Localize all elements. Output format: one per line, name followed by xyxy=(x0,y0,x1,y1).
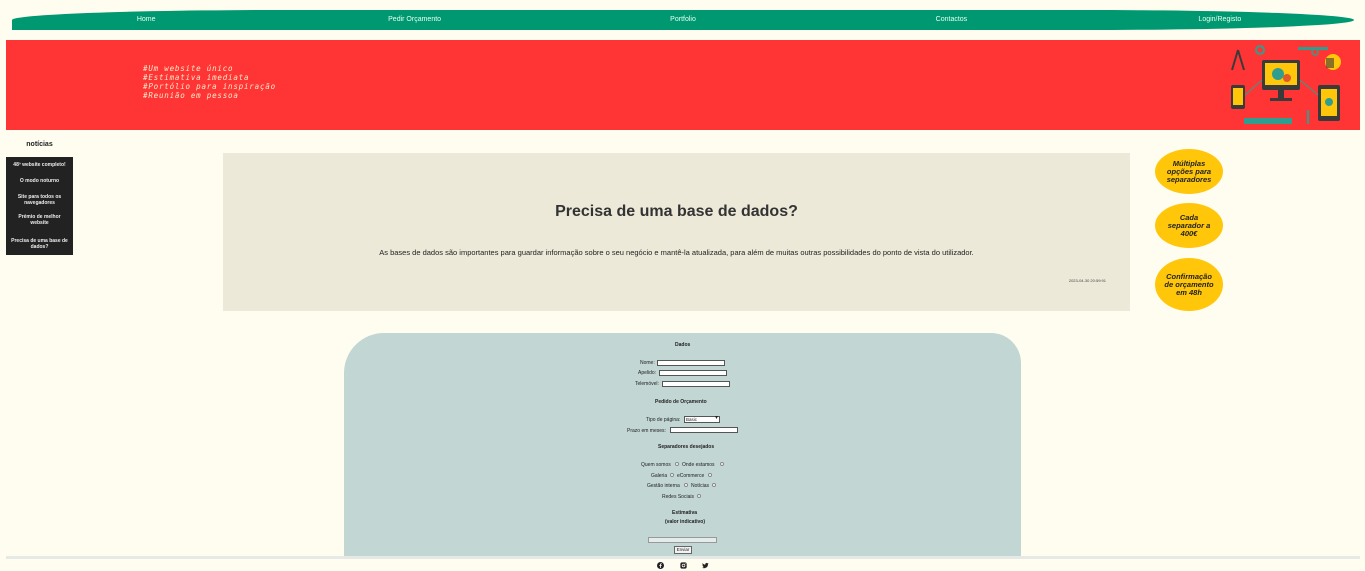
nav-home[interactable]: Home xyxy=(12,10,280,30)
nome-label: Nome: xyxy=(640,360,655,366)
telemovel-label: Telemóvel: xyxy=(635,381,659,387)
banner-tag: #Estimativa imediata xyxy=(143,73,250,82)
estimativa-output xyxy=(648,537,717,543)
news-item[interactable]: Precisa de uma base de dados? xyxy=(6,237,73,257)
submit-button[interactable]: Enviar xyxy=(674,546,692,554)
tipo-select-value: Basic xyxy=(686,417,698,422)
option-label: Quem somos xyxy=(641,462,671,468)
quote-form: Dados Nome: Apelido: Telemóvel: Pedido d… xyxy=(344,333,1021,558)
estimativa-heading: Estimativa xyxy=(672,510,698,516)
twitter-icon[interactable] xyxy=(702,562,709,569)
apelido-input[interactable] xyxy=(659,370,727,376)
article-date: 2023-04-30 20:59:91 xyxy=(1068,278,1106,283)
promo-bubble: Confirmação de orçamento em 48h xyxy=(1155,258,1223,311)
banner-tags: #Um website único #Estimativa imediata #… xyxy=(143,64,276,100)
option-label: Redes Sociais xyxy=(662,494,694,500)
dados-heading: Dados xyxy=(675,342,691,348)
prazo-input[interactable] xyxy=(670,427,738,433)
banner-tag: #Um website único xyxy=(143,64,234,73)
option-checkbox[interactable] xyxy=(720,462,724,466)
sidebar-title: notícias xyxy=(26,141,53,148)
nav-contactos[interactable]: Contactos xyxy=(817,10,1085,30)
news-item[interactable]: Site para todos os navegadores xyxy=(6,193,73,213)
article-body: As bases de dados são importantes para g… xyxy=(379,248,974,257)
prazo-label: Prazo em meses: xyxy=(627,428,666,434)
option-label: Gestão interna xyxy=(647,483,680,489)
news-article: Precisa de uma base de dados? As bases d… xyxy=(223,153,1130,311)
separadores-heading: Separadores desejados xyxy=(658,444,715,450)
footer xyxy=(6,556,1360,571)
nav-portfolio[interactable]: Portfolio xyxy=(549,10,817,30)
option-checkbox[interactable] xyxy=(684,483,688,487)
option-label: Onde estamos xyxy=(682,462,715,468)
promo-bubble: Cada separador a 400€ xyxy=(1155,203,1223,248)
tipo-select[interactable]: Basic ▾ xyxy=(684,415,720,423)
pedido-heading: Pedido de Orçamento xyxy=(655,399,707,405)
option-checkbox[interactable] xyxy=(712,483,716,487)
news-item[interactable]: 48º website completo! xyxy=(6,160,73,177)
option-label: eCommerce xyxy=(677,473,705,479)
nome-input[interactable] xyxy=(657,360,725,366)
banner-tag: #Reunião em pessoa xyxy=(143,91,239,100)
top-nav: Home Pedir Orçamento Portfolio Contactos… xyxy=(12,10,1354,30)
computer-settings-illustration xyxy=(1231,45,1341,124)
facebook-icon[interactable] xyxy=(657,562,664,569)
nav-login[interactable]: Login/Registo xyxy=(1086,10,1354,30)
option-label: Notícias xyxy=(691,483,710,489)
option-checkbox[interactable] xyxy=(670,473,674,477)
option-label: Galeria xyxy=(651,473,668,479)
apelido-label: Apelido: xyxy=(638,370,657,376)
hero-banner: #Um website único #Estimativa imediata #… xyxy=(6,40,1360,130)
news-sidebar: 48º website completo! O modo noturno Sit… xyxy=(6,157,73,255)
news-item[interactable]: Prémio de melhor website xyxy=(6,213,73,237)
banner-tag: #Portólio para inspiração xyxy=(143,82,276,91)
promo-bubble: Múltiplas opções para separadores xyxy=(1155,149,1223,194)
estimativa-subheading: (valor indicativo) xyxy=(665,519,706,525)
option-checkbox[interactable] xyxy=(675,462,679,466)
article-title: Precisa de uma base de dados? xyxy=(555,203,798,220)
option-checkbox[interactable] xyxy=(697,494,701,498)
nav-pedir-orcamento[interactable]: Pedir Orçamento xyxy=(280,10,548,30)
news-item[interactable]: O modo noturno xyxy=(6,177,73,193)
tipo-label: Tipo de página: xyxy=(646,417,681,423)
chevron-down-icon: ▾ xyxy=(714,415,718,421)
telemovel-input[interactable] xyxy=(662,381,730,387)
option-checkbox[interactable] xyxy=(708,473,712,477)
instagram-icon[interactable] xyxy=(680,562,687,569)
